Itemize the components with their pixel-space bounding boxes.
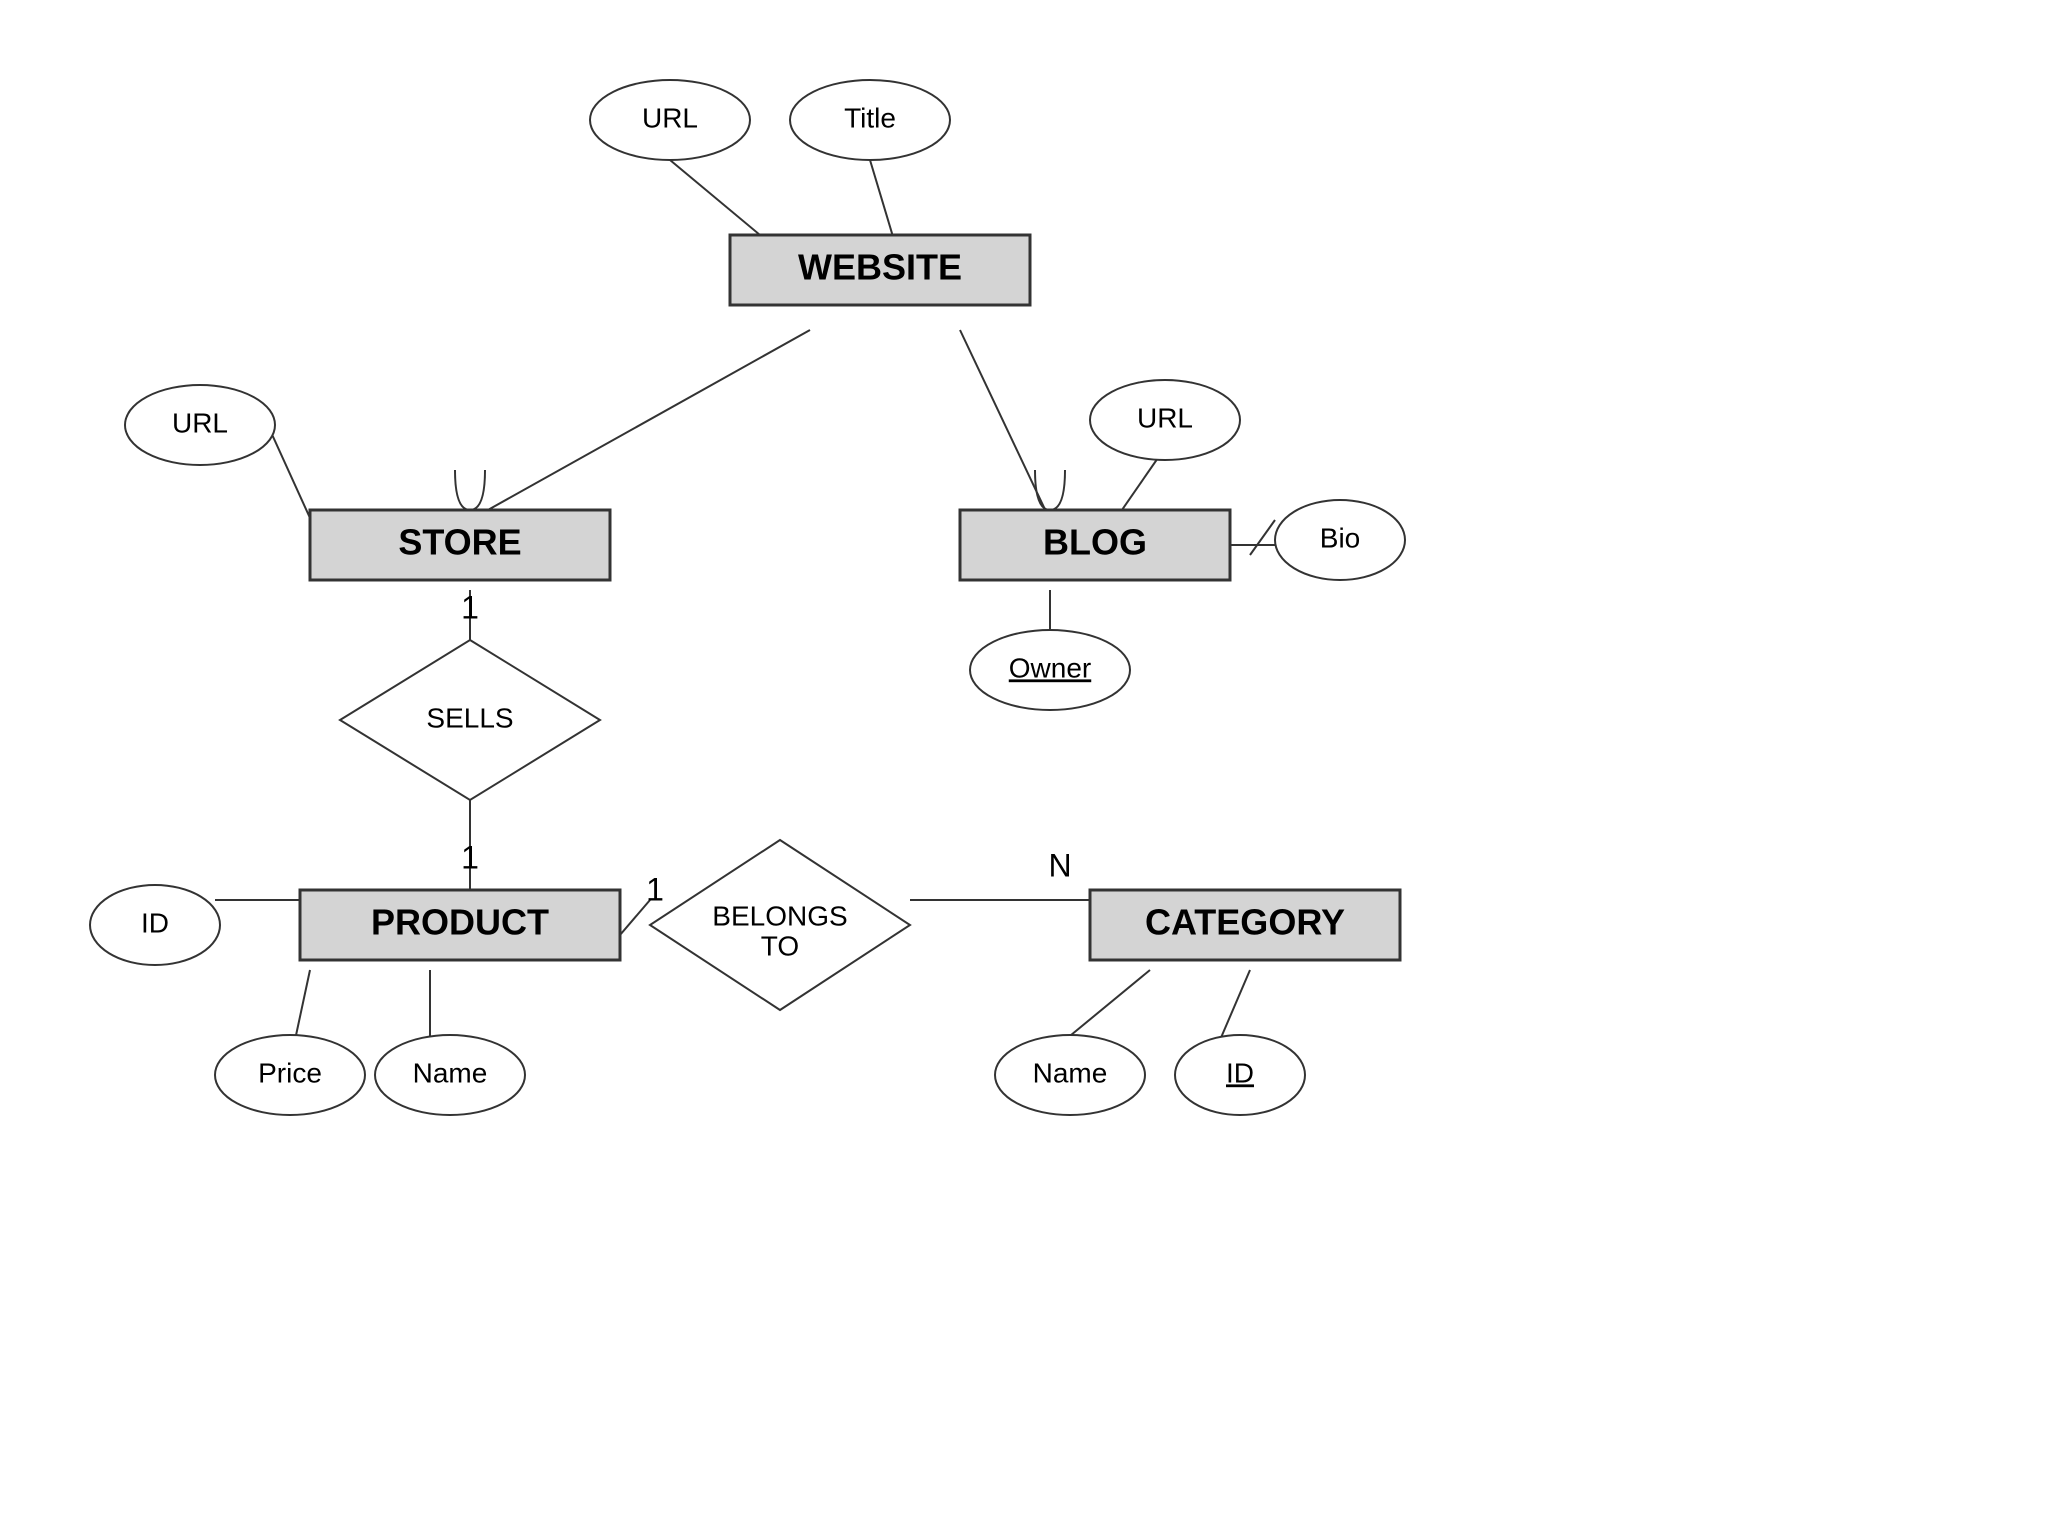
relationship-sells-label: SELLS: [426, 702, 513, 733]
entity-website-label: WEBSITE: [798, 247, 962, 288]
er-diagram: WEBSITE STORE BLOG PRODUCT CATEGORY URL …: [0, 0, 2046, 1535]
attr-category-name-label: Name: [1033, 1057, 1108, 1088]
entity-product-label: PRODUCT: [371, 902, 549, 943]
entity-store-label: STORE: [398, 522, 521, 563]
attr-store-url-label: URL: [172, 407, 228, 438]
attr-product-id-label: ID: [141, 907, 169, 938]
cardinality-belongs-category: N: [1048, 847, 1071, 883]
relationship-belongs-to-label2: TO: [761, 930, 799, 961]
cardinality-product-belongs: 1: [646, 871, 664, 907]
entity-blog-label: BLOG: [1043, 522, 1147, 563]
attr-website-url-label: URL: [642, 102, 698, 133]
attr-blog-bio-label: Bio: [1320, 522, 1360, 553]
relationship-belongs-to-label: BELONGS: [712, 900, 847, 931]
cardinality-sells-product: 1: [461, 839, 479, 875]
attr-product-price-label: Price: [258, 1057, 322, 1088]
attr-website-title-label: Title: [844, 102, 896, 133]
attr-product-name-label: Name: [413, 1057, 488, 1088]
cardinality-store-sells: 1: [461, 589, 479, 625]
attr-blog-url-label: URL: [1137, 402, 1193, 433]
entity-category-label: CATEGORY: [1145, 902, 1345, 943]
attr-blog-owner-label: Owner: [1009, 652, 1091, 683]
attr-category-id-label: ID: [1226, 1057, 1254, 1088]
